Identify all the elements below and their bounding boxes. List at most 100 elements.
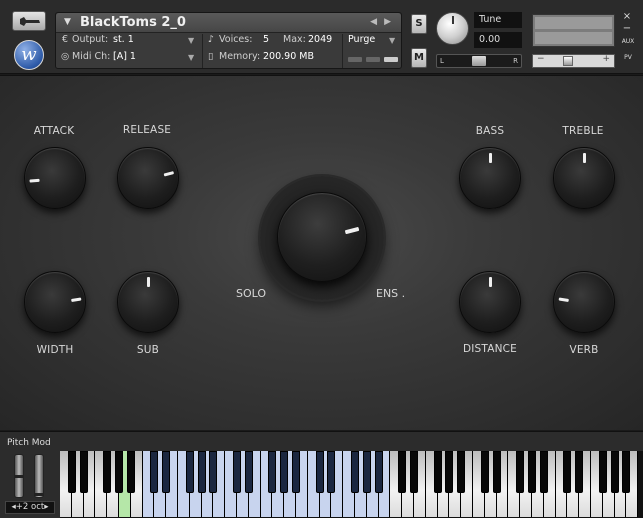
instrument-panel: ATTACK RELEASE BASS TREBLE WIDTH SUB DIS… bbox=[0, 75, 643, 430]
black-key[interactable] bbox=[575, 451, 584, 493]
level-meter-left bbox=[535, 17, 612, 29]
verb-knob[interactable] bbox=[553, 271, 615, 333]
close-icon[interactable]: × bbox=[621, 12, 633, 22]
volume-handle[interactable] bbox=[563, 56, 573, 66]
black-key[interactable] bbox=[351, 451, 359, 493]
black-key[interactable] bbox=[410, 451, 418, 493]
black-key[interactable] bbox=[445, 451, 454, 493]
attack-knob[interactable] bbox=[24, 147, 86, 209]
tune-knob[interactable] bbox=[436, 12, 469, 45]
black-key[interactable] bbox=[233, 451, 241, 493]
black-key[interactable] bbox=[433, 451, 442, 493]
octave-value: +2 oct bbox=[15, 502, 45, 512]
mute-button[interactable]: M bbox=[411, 48, 427, 68]
black-key[interactable] bbox=[197, 451, 206, 493]
memory-label: Memory: bbox=[219, 51, 261, 62]
black-key[interactable] bbox=[457, 451, 466, 493]
distance-knob[interactable] bbox=[459, 271, 521, 333]
black-key[interactable] bbox=[268, 451, 277, 493]
output-icon: € bbox=[62, 34, 69, 45]
minimize-icon[interactable]: − bbox=[621, 24, 633, 34]
midi-dropdown-icon[interactable]: ▼ bbox=[188, 53, 194, 62]
purge-dropdown-icon: ▼ bbox=[389, 36, 396, 45]
voices-label: Voices: bbox=[219, 34, 253, 45]
pitch-wheel[interactable] bbox=[14, 454, 24, 498]
pv-button[interactable]: PV bbox=[618, 54, 638, 64]
volume-plus-label: + bbox=[602, 54, 610, 64]
black-key[interactable] bbox=[185, 451, 194, 493]
pan-slider[interactable]: L R bbox=[436, 54, 522, 68]
black-key[interactable] bbox=[516, 451, 525, 493]
level-meter bbox=[532, 14, 615, 47]
tune-value[interactable]: 0.00 bbox=[474, 32, 522, 48]
black-key[interactable] bbox=[492, 451, 501, 493]
release-knob[interactable] bbox=[117, 147, 179, 209]
black-key[interactable] bbox=[315, 451, 324, 493]
instrument-header: w ▼ BlackToms 2_0 ◀ ▶ € Output: st. 1 ▼ … bbox=[0, 0, 643, 74]
black-key[interactable] bbox=[622, 451, 631, 493]
midi-channel-label: Midi Ch: bbox=[72, 51, 111, 62]
octave-select[interactable]: ◂+2 oct▸ bbox=[5, 501, 55, 514]
black-key[interactable] bbox=[398, 451, 407, 493]
tune-label: Tune bbox=[474, 12, 522, 28]
wrench-settings-button[interactable] bbox=[12, 11, 46, 31]
purge-label: Purge bbox=[348, 34, 376, 45]
volume-slider[interactable]: − + bbox=[532, 54, 615, 68]
black-key[interactable] bbox=[528, 451, 536, 493]
pan-handle[interactable] bbox=[472, 56, 486, 66]
midi-channel-select[interactable]: [A] 1 bbox=[113, 51, 136, 62]
solo-label: SOLO bbox=[236, 287, 267, 300]
black-key[interactable] bbox=[563, 451, 572, 493]
collapse-arrow-icon[interactable]: ▼ bbox=[64, 17, 71, 27]
black-key[interactable] bbox=[610, 451, 619, 493]
black-key[interactable] bbox=[374, 451, 383, 493]
solo-button[interactable]: S bbox=[411, 14, 427, 34]
black-key[interactable] bbox=[162, 451, 171, 493]
black-key[interactable] bbox=[150, 451, 159, 493]
solo-ensemble-knob[interactable] bbox=[277, 192, 367, 282]
output-select[interactable]: st. 1 bbox=[113, 34, 134, 45]
sub-knob[interactable] bbox=[117, 271, 179, 333]
next-instrument-icon[interactable]: ▶ bbox=[384, 17, 391, 27]
midi-icon: ◎ bbox=[61, 51, 70, 62]
distance-label: DISTANCE bbox=[462, 343, 518, 355]
black-key[interactable] bbox=[539, 451, 548, 493]
width-knob[interactable] bbox=[24, 271, 86, 333]
level-meter-right bbox=[535, 32, 612, 44]
voices-icon: ♪ bbox=[208, 34, 215, 45]
mod-wheel[interactable] bbox=[34, 454, 44, 498]
black-key[interactable] bbox=[362, 451, 371, 493]
black-key[interactable] bbox=[327, 451, 336, 493]
treble-knob[interactable] bbox=[553, 147, 615, 209]
octave-right-arrow-icon[interactable]: ▸ bbox=[44, 502, 48, 512]
memory-icon: ▯ bbox=[208, 51, 214, 62]
bass-pointer bbox=[489, 153, 492, 163]
aux-button[interactable]: AUX bbox=[618, 38, 638, 48]
prev-instrument-icon[interactable]: ◀ bbox=[370, 17, 377, 27]
black-key[interactable] bbox=[292, 451, 300, 493]
bass-label: BASS bbox=[475, 125, 505, 137]
title-row: ▼ BlackToms 2_0 ◀ ▶ bbox=[56, 13, 401, 33]
instrument-title[interactable]: BlackToms 2_0 bbox=[80, 15, 186, 30]
pitch-mod-label: Pitch Mod bbox=[7, 438, 51, 448]
load-meter-bar bbox=[384, 57, 398, 62]
brand-logo: w bbox=[14, 40, 44, 70]
black-key[interactable] bbox=[115, 451, 123, 493]
black-key[interactable] bbox=[209, 451, 218, 493]
memory-value: 200.90 MB bbox=[263, 51, 314, 62]
max-value[interactable]: 2049 bbox=[308, 34, 332, 45]
black-key[interactable] bbox=[67, 451, 76, 493]
black-key[interactable] bbox=[598, 451, 607, 493]
info-row-output: € Output: st. 1 ▼ ♪ Voices: 5 Max: 2049 … bbox=[56, 34, 401, 51]
black-key[interactable] bbox=[244, 451, 253, 493]
purge-select[interactable]: Purge ▼ bbox=[343, 34, 401, 51]
black-key[interactable] bbox=[480, 451, 489, 493]
black-key[interactable] bbox=[103, 451, 112, 493]
black-key[interactable] bbox=[126, 451, 135, 493]
black-key[interactable] bbox=[79, 451, 88, 493]
piano-keyboard[interactable] bbox=[60, 451, 643, 518]
output-dropdown-icon[interactable]: ▼ bbox=[188, 36, 194, 45]
bass-knob[interactable] bbox=[459, 147, 521, 209]
wrench-icon bbox=[20, 17, 40, 26]
black-key[interactable] bbox=[280, 451, 289, 493]
